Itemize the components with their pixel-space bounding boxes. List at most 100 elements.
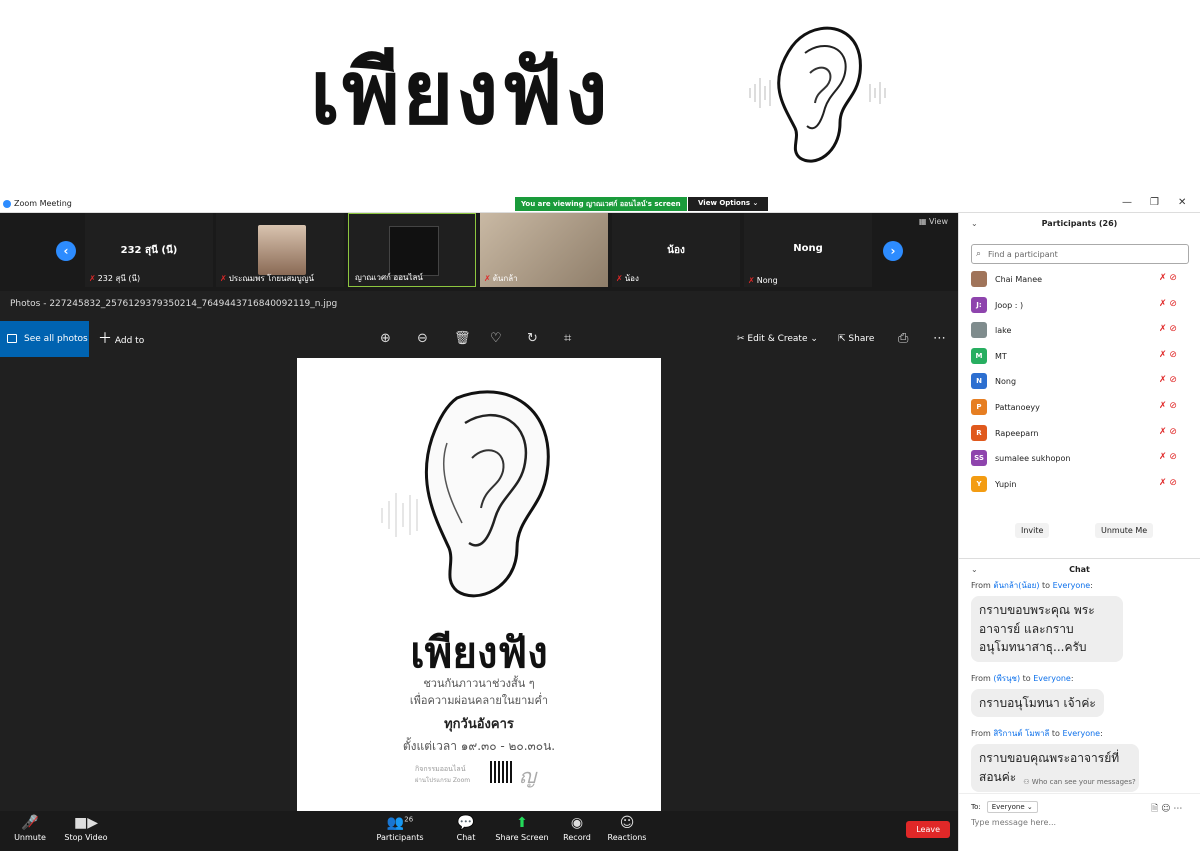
title-bar: Zoom Meeting You are viewing ญาณเวศก์ ออ… [0, 195, 1200, 213]
delete-icon[interactable]: 🗑 [454, 331, 471, 346]
zoom-logo-icon [3, 200, 11, 208]
share-button[interactable]: ⇱ Share [838, 321, 874, 357]
record-label: Record [563, 833, 591, 842]
meeting-controls: 🎤̸ Unmute ■▶ Stop Video 👥26 Participants 💬 C… [0, 811, 958, 851]
muted-video-off-icon: ✗ ⊘ [1159, 452, 1177, 463]
close-icon[interactable]: ✕ [1178, 197, 1186, 208]
participant-row[interactable]: lake ✗ ⊘ [959, 318, 1200, 344]
crop-icon[interactable]: ⌗ [564, 331, 571, 346]
video-tile[interactable]: ✗ ต้นกล้า [480, 213, 608, 287]
favorite-icon[interactable]: ♡ [490, 331, 502, 346]
tile-display-name: น้อง [667, 245, 685, 256]
add-to-button[interactable]: ＋ Add to [98, 321, 144, 359]
next-page-icon[interactable]: › [883, 241, 903, 261]
rotate-icon[interactable]: ↻ [527, 331, 538, 346]
poster-line: ชวนกันภาวนาช่วงสั้น ๆ [423, 677, 535, 690]
muted-video-off-icon: ✗ ⊘ [1159, 298, 1177, 309]
poster-logo: ญ [519, 764, 537, 788]
participant-row[interactable]: R Rapeeparn ✗ ⊘ [959, 421, 1200, 447]
who-can-see-link[interactable]: ⚇ Who can see your messages? [959, 778, 1200, 794]
find-participant-input[interactable]: ⌕ Find a participant [971, 244, 1189, 264]
participant-row[interactable]: J: Joop : ) ✗ ⊘ [959, 293, 1200, 319]
tile-name: ญาณเวศก์ ออนไลน์ [355, 273, 423, 282]
muted-video-off-icon: ✗ ⊘ [1159, 400, 1177, 411]
participant-name: Yupin [995, 479, 1017, 489]
avatar: M [971, 347, 987, 364]
unmute-me-button[interactable]: Unmute Me [1095, 523, 1154, 538]
more-options-icon[interactable]: ⋯ [933, 331, 946, 346]
tile-name: ต้นกล้า [492, 274, 518, 283]
file-icon[interactable]: 🗎 [1151, 804, 1158, 814]
avatar: N [971, 373, 987, 390]
poster-line: เพื่อความผ่อนคลายในยามค่ำ [409, 694, 549, 707]
avatar [971, 271, 987, 287]
grid-view-icon: ▦ [918, 217, 930, 226]
invite-button[interactable]: Invite [1015, 523, 1050, 538]
banner-title: เพียงฟัง [310, 41, 610, 144]
participant-row[interactable]: N Nong ✗ ⊘ [959, 369, 1200, 395]
unmute-button[interactable]: 🎤̸ Unmute [0, 815, 60, 842]
view-button[interactable]: View [929, 217, 948, 226]
participants-count: 26 [404, 815, 414, 824]
zoom-out-icon[interactable]: ⊖ [417, 331, 428, 346]
chat-bubble: กราบขอบพระคุณ พระอาจารย์ และกราบอนุโมทนา… [971, 596, 1123, 662]
participant-row[interactable]: M MT ✗ ⊘ [959, 344, 1200, 370]
to-label: To: [971, 803, 981, 811]
video-tile-active-speaker[interactable]: ญาณเวศก์ ออนไลน์ [348, 213, 476, 287]
share-screen-button[interactable]: ⬆ Share Screen [492, 815, 552, 842]
tile-name: Nong [756, 276, 778, 285]
stop-video-button[interactable]: ■▶ Stop Video [56, 815, 116, 842]
participant-row[interactable]: P Pattanoeyy ✗ ⊘ [959, 395, 1200, 421]
print-icon[interactable]: ⎙ [898, 331, 908, 346]
avatar: P [971, 398, 987, 415]
edit-icon: ✂ [737, 334, 748, 344]
muted-video-off-icon: ✗ ⊘ [1159, 349, 1177, 360]
muted-mic-icon: ✗ [748, 276, 755, 285]
edit-create-button[interactable]: ✂ Edit & Create ⌄ [737, 321, 818, 357]
reactions-label: Reactions [607, 833, 647, 842]
share-screen-icon: ⬆ [516, 815, 528, 831]
zoom-in-icon[interactable]: ⊕ [380, 331, 391, 346]
participant-name: Joop : ) [995, 300, 1024, 310]
photos-viewer: Photos - 227245832_2576129379350214_7649… [0, 291, 958, 811]
poster-zoom: ผ่านโปรแกรม Zoom [415, 777, 471, 784]
video-tile[interactable]: น้อง ✗ น้อง [612, 213, 740, 287]
ear-illustration [749, 26, 886, 163]
recipient-select[interactable]: Everyone ⌄ [986, 801, 1038, 813]
participant-row[interactable]: Y Yupin ✗ ⊘ [959, 472, 1200, 498]
participant-photo [258, 225, 306, 275]
plus-icon: ＋ [98, 331, 112, 347]
zoom-window: Zoom Meeting You are viewing ญาณเวศก์ ออ… [0, 195, 1200, 851]
participant-name: lake [995, 326, 1012, 336]
people-icon: ⚇ [1023, 778, 1032, 786]
participant-row[interactable]: SS sumalee sukhopon ✗ ⊘ [959, 446, 1200, 472]
edit-create-label: Edit & Create [747, 334, 808, 344]
chat-message-input[interactable]: Type message here... [971, 818, 1056, 827]
chat-button[interactable]: 💬 Chat [436, 815, 496, 842]
message-sender: From สิริกานต์ โมพาลี to Everyone: [971, 729, 1103, 739]
video-tile[interactable]: ✗ ประณมพร โกยนสมบูญน์ [216, 213, 344, 287]
muted-mic-icon: ✗ [484, 274, 491, 283]
participants-button[interactable]: 👥26 Participants [370, 815, 430, 842]
video-tile[interactable]: Nong ✗ Nong [744, 213, 872, 287]
chat-title: Chat [1069, 565, 1090, 574]
share-label: Share [848, 334, 875, 344]
tile-name: ประณมพร โกยนสมบูญน์ [228, 274, 314, 283]
reactions-button[interactable]: ☺ Reactions [597, 815, 657, 842]
leave-button[interactable]: Leave [906, 821, 950, 838]
more-icon[interactable]: ⋯ [1173, 804, 1182, 814]
photo-icon [7, 334, 17, 343]
participant-name: sumalee sukhopon [995, 454, 1071, 464]
previous-page-icon[interactable]: ‹ [56, 241, 76, 261]
video-tile[interactable]: 232 สุนี (นี) ✗ 232 สุนี (นี) [85, 213, 213, 287]
view-options-button[interactable]: View Options ⌄ [688, 197, 769, 211]
chat-recipient: To: Everyone ⌄ [971, 801, 1038, 813]
avatar [971, 322, 987, 339]
app-title: Zoom Meeting [14, 199, 72, 208]
maximize-icon[interactable]: ❐ [1150, 197, 1159, 208]
participant-row[interactable]: Chai Manee ✗ ⊘ [959, 267, 1200, 293]
see-all-photos-button[interactable]: See all photos [0, 321, 89, 357]
share-icon: ⇱ [838, 334, 849, 344]
minimize-icon[interactable]: — [1122, 197, 1132, 208]
emoji-icon[interactable]: ☺ [1161, 804, 1170, 814]
